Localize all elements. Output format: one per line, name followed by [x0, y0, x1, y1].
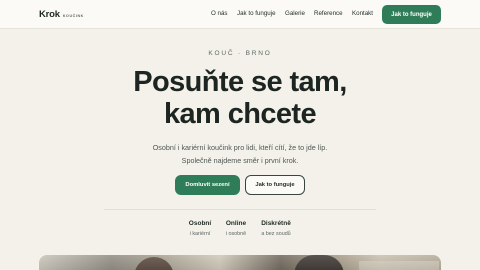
feature-online: Online i osobně [220, 220, 252, 237]
nav-link-kontakt[interactable]: Kontakt [352, 10, 373, 17]
site-header: Krok KOUČINK O nás Jak to funguje Galeri… [0, 0, 480, 29]
feature-discreet: Diskrétně a bez soudů [256, 220, 296, 237]
hero-subtitle-line-2: Společně najdeme směr i první krok. [181, 155, 299, 165]
feature-subtitle: i osobně [225, 231, 247, 237]
logo-subtext: KOUČINK [62, 14, 84, 18]
feature-title: Osobní [188, 220, 212, 227]
how-it-works-button[interactable]: Jak to funguje [245, 175, 305, 195]
feature-title: Online [225, 220, 247, 227]
feature-personal: Osobní i kariérní [182, 220, 218, 237]
feature-title: Diskrétně [261, 220, 291, 227]
nav-link-o-nas[interactable]: O nás [211, 10, 228, 17]
divider [104, 209, 376, 210]
nav-link-reference[interactable]: Reference [314, 10, 343, 17]
feature-subtitle: a bez soudů [261, 231, 291, 237]
header-cta-button[interactable]: Jak to funguje [382, 5, 441, 24]
nav-link-jak-to-funguje[interactable]: Jak to funguje [237, 10, 276, 17]
feature-subtitle: i kariérní [189, 231, 211, 237]
hero-title-line-2: kam chcete [164, 98, 317, 130]
hero-photo [39, 255, 441, 270]
hero-eyebrow: KOUČ · BRNO [208, 50, 272, 57]
book-session-button[interactable]: Domluvit sezení [175, 175, 240, 195]
hero-title-line-1: Posuňte se tam, [133, 66, 347, 98]
hero-subtitle-line-1: Osobní i kariérní koučink pro lidi, kteř… [152, 143, 328, 152]
hero-subtitle: Osobní i kariérní koučink pro lidi, kteř… [0, 142, 480, 167]
hero-title: Posuňte se tam, kam chcete [0, 66, 480, 130]
logo[interactable]: Krok KOUČINK [39, 9, 84, 20]
nav-link-galerie[interactable]: Galerie [285, 10, 305, 17]
photo-shade [39, 255, 441, 270]
logo-text: Krok [39, 9, 60, 20]
